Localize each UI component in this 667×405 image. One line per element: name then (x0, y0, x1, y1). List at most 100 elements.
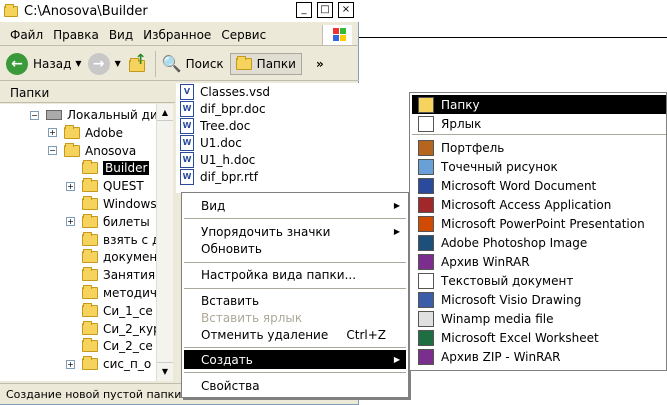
text-icon (418, 272, 434, 289)
submenu-item[interactable]: Ярлык (412, 114, 666, 133)
file-item[interactable]: Wdif_bpr.rtf (180, 168, 258, 185)
tree-item[interactable]: Си_2_кур (66, 320, 161, 338)
submenu-item-label: Архив ZIP - WinRAR (441, 349, 561, 364)
menu-separator (184, 347, 406, 348)
submenu-item[interactable]: Adobe Photoshop Image (412, 233, 666, 252)
tree-item-label: билеты (103, 214, 150, 229)
menu-item-undo[interactable]: Отменить удаление Ctrl+Z (184, 325, 406, 344)
tree-item[interactable]: Занятия (66, 266, 155, 284)
close-button[interactable]: × (338, 2, 354, 18)
submenu-item[interactable]: Папку (412, 95, 666, 114)
menu-separator (184, 372, 406, 373)
back-dropdown-icon[interactable]: ▼ (75, 59, 81, 68)
tree-scrollbar[interactable]: ▲ ▼ (156, 104, 173, 381)
tree-item[interactable]: + билеты (66, 213, 150, 231)
menu-item-new[interactable]: Создать ▶ (184, 350, 406, 369)
folder-icon (82, 213, 98, 228)
folders-icon (235, 55, 252, 70)
minimize-button[interactable]: _ (296, 2, 312, 18)
back-button[interactable]: ← Назад ▼ (6, 52, 82, 75)
submenu-item[interactable]: Архив ZIP - WinRAR (412, 347, 666, 366)
folder-icon (82, 178, 98, 193)
search-icon: 🔍 (161, 54, 182, 73)
tree-item[interactable]: + QUEST (66, 177, 144, 195)
submenu-item[interactable]: Портфель (412, 138, 666, 157)
menu-item-refresh[interactable]: Обновить (184, 239, 406, 258)
menu-edit[interactable]: Правка (53, 28, 99, 42)
word-file-icon: W (180, 151, 194, 168)
menu-item-customize[interactable]: Настройка вида папки... (184, 265, 406, 284)
submenu-item[interactable]: Microsoft Excel Worksheet (412, 328, 666, 347)
bitmap-icon (418, 158, 434, 175)
forward-dropdown-icon[interactable]: ▼ (115, 59, 121, 68)
menu-file[interactable]: Файл (10, 28, 43, 42)
tree-item[interactable]: − Anosova (48, 142, 136, 160)
submenu-item-label: Microsoft Excel Worksheet (441, 330, 599, 345)
menu-item-view[interactable]: Вид ▶ (184, 196, 406, 215)
tree-item-label: Си_2_се (103, 339, 153, 354)
tree-item-label: Anosova (85, 143, 137, 158)
submenu-item[interactable]: Microsoft PowerPoint Presentation (412, 214, 666, 233)
toolbar-overflow-icon[interactable]: » (316, 57, 324, 71)
file-item[interactable]: Wdif_bpr.doc (180, 100, 266, 117)
powerpoint-icon (418, 215, 434, 232)
file-item[interactable]: V Classes.vsd (180, 83, 270, 100)
expander-icon[interactable]: − (30, 110, 39, 120)
tree-item[interactable]: взять с д (66, 231, 160, 249)
submenu-item[interactable]: Текстовый документ (412, 271, 666, 290)
shortcut-icon (418, 115, 434, 132)
word-file-icon: W (180, 134, 194, 151)
maximize-button[interactable]: □ (317, 2, 333, 18)
search-label: Поиск (185, 56, 224, 71)
submenu-item[interactable]: Microsoft Visio Drawing (412, 290, 666, 309)
menu-separator (184, 288, 406, 289)
file-name: dif_bpr.rtf (200, 169, 258, 184)
file-item[interactable]: W U1.doc (180, 134, 242, 151)
menu-favorites[interactable]: Избранное (143, 28, 211, 42)
tree-item-label: Builder (103, 161, 150, 176)
tree-item[interactable]: Си_1_се (66, 302, 153, 320)
tree-item[interactable]: Си_2_се (66, 337, 153, 355)
tree-item[interactable]: Windows (66, 195, 157, 213)
menu-item-properties[interactable]: Свойства (184, 376, 406, 395)
folder-icon (82, 267, 98, 282)
context-menu: Вид ▶ Упорядочить значки ▶ Обновить Настро… (181, 192, 409, 398)
submenu-item[interactable]: Точечный рисунок (412, 157, 666, 176)
tree-item[interactable]: методич (66, 284, 157, 302)
expander-icon[interactable]: + (66, 217, 75, 227)
folder-icon (64, 124, 80, 139)
tree-item[interactable]: докумен (66, 248, 157, 266)
submenu-item[interactable]: Microsoft Word Document (412, 176, 666, 195)
menu-item-label: Создать (201, 352, 253, 367)
scroll-down-icon[interactable]: ▼ (157, 362, 173, 379)
expander-icon[interactable]: + (66, 359, 75, 369)
forward-button[interactable]: → ▼ (87, 52, 121, 75)
tree-item-label: Adobe (85, 125, 123, 140)
menu-tools[interactable]: Сервис (221, 28, 266, 42)
submenu-item[interactable]: Microsoft Access Application (412, 195, 666, 214)
expander-icon[interactable]: − (48, 146, 57, 156)
submenu-item-label: Microsoft Visio Drawing (441, 292, 582, 307)
file-item[interactable]: W Tree.doc (180, 117, 250, 134)
folders-button[interactable]: Папки (229, 52, 302, 75)
file-item[interactable]: W U1_h.doc (180, 151, 255, 168)
expander-icon[interactable]: + (66, 181, 75, 191)
submenu-item[interactable]: Winamp media file (412, 309, 666, 328)
search-button[interactable]: 🔍 Поиск (162, 54, 224, 73)
submenu-item-label: Winamp media file (441, 311, 554, 326)
tree-item[interactable]: − Локальный дис (30, 106, 164, 124)
tree-item[interactable]: Builder (66, 159, 150, 177)
expander-icon[interactable]: + (48, 128, 57, 138)
menu-view[interactable]: Вид (109, 28, 133, 42)
menu-item-label: Свойства (201, 378, 260, 393)
up-button[interactable]: ↑ (128, 52, 147, 73)
submenu-arrow-icon: ▶ (393, 227, 400, 236)
tree-item[interactable]: + Adobe (48, 124, 123, 142)
submenu-item-label: Папку (441, 97, 480, 112)
visio-icon (418, 291, 434, 308)
tree-item[interactable]: + сис_п_о (66, 355, 151, 373)
menu-separator (184, 262, 406, 263)
visio-file-icon: V (180, 83, 194, 100)
submenu-item[interactable]: Архив WinRAR (412, 252, 666, 271)
scroll-up-icon[interactable]: ▲ (157, 104, 173, 121)
